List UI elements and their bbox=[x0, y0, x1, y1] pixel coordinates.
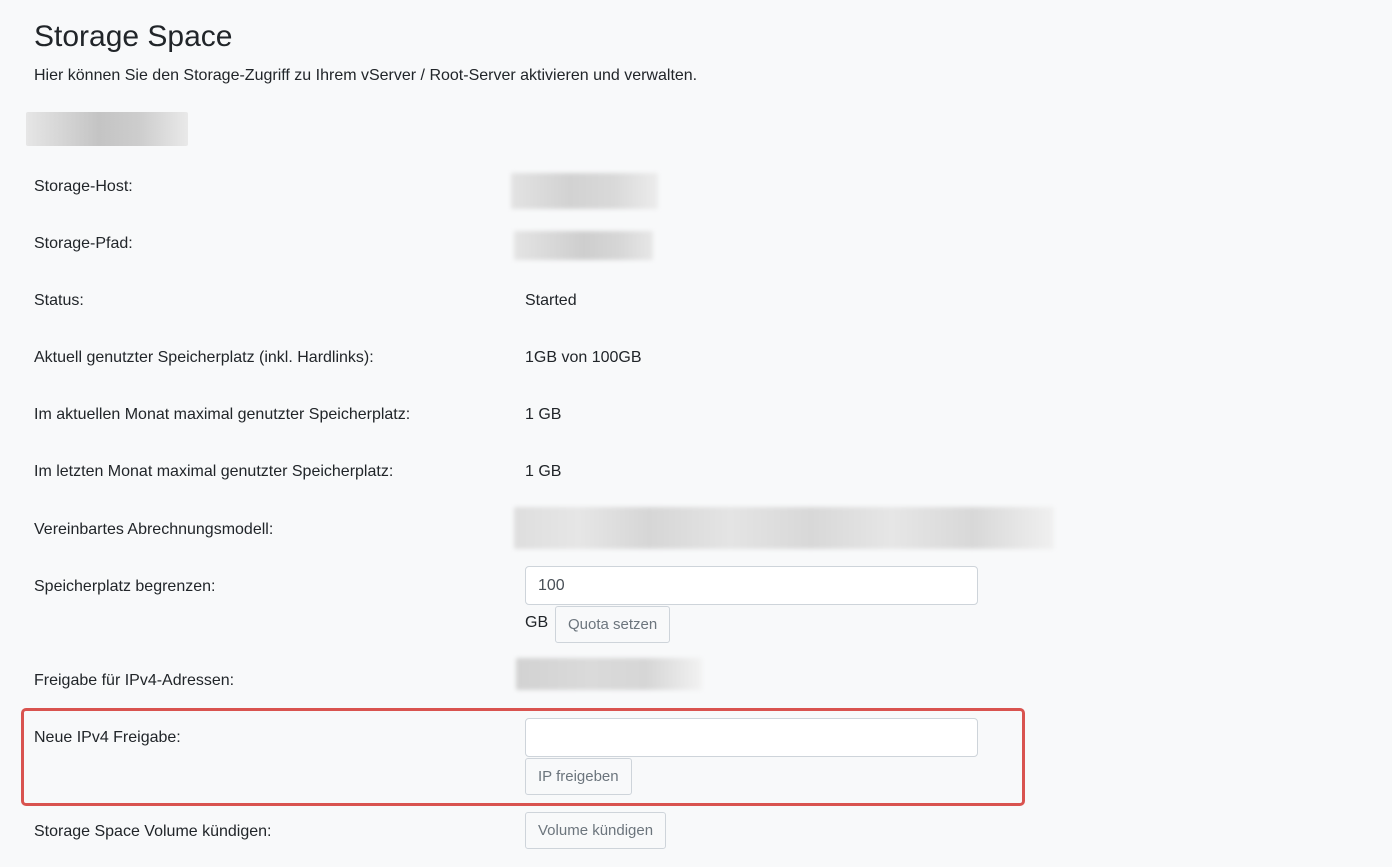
page-intro: Hier können Sie den Storage-Zugriff zu I… bbox=[34, 67, 698, 84]
redacted-storage-path bbox=[514, 231, 653, 260]
billing-model-label: Vereinbartes Abrechnungsmodell: bbox=[34, 521, 274, 538]
quota-label: Speicherplatz begrenzen: bbox=[34, 578, 216, 595]
share-ip-button[interactable]: IP freigeben bbox=[525, 758, 632, 795]
used-space-label: Aktuell genutzter Speicherplatz (inkl. H… bbox=[34, 349, 374, 366]
used-space-value: 1GB von 100GB bbox=[525, 349, 642, 366]
cancel-volume-label: Storage Space Volume kündigen: bbox=[34, 823, 272, 840]
last-month-max-label: Im letzten Monat maximal genutzter Speic… bbox=[34, 463, 394, 480]
storage-path-label: Storage-Pfad: bbox=[34, 235, 133, 252]
new-ipv4-input[interactable] bbox=[525, 718, 978, 757]
last-month-max-value: 1 GB bbox=[525, 463, 562, 480]
cancel-volume-button[interactable]: Volume kündigen bbox=[525, 812, 667, 849]
ipv4-shares-label: Freigabe für IPv4-Adressen: bbox=[34, 672, 235, 689]
redacted-storage-host bbox=[511, 173, 658, 209]
month-max-label: Im aktuellen Monat maximal genutzter Spe… bbox=[34, 406, 411, 423]
quota-unit: GB bbox=[525, 614, 549, 631]
quota-input[interactable] bbox=[525, 566, 978, 605]
status-value: Started bbox=[525, 292, 577, 309]
redacted-server-name bbox=[26, 112, 188, 146]
redacted-ipv4-shares bbox=[516, 658, 702, 690]
redacted-billing-model bbox=[514, 507, 1054, 549]
set-quota-button[interactable]: Quota setzen bbox=[555, 606, 671, 643]
status-label: Status: bbox=[34, 292, 84, 309]
month-max-value: 1 GB bbox=[525, 406, 562, 423]
storage-space-page: Storage Space Hier können Sie den Storag… bbox=[0, 0, 1392, 867]
new-ipv4-label: Neue IPv4 Freigabe: bbox=[34, 729, 181, 746]
page-title: Storage Space bbox=[34, 20, 233, 53]
storage-host-label: Storage-Host: bbox=[34, 178, 133, 195]
